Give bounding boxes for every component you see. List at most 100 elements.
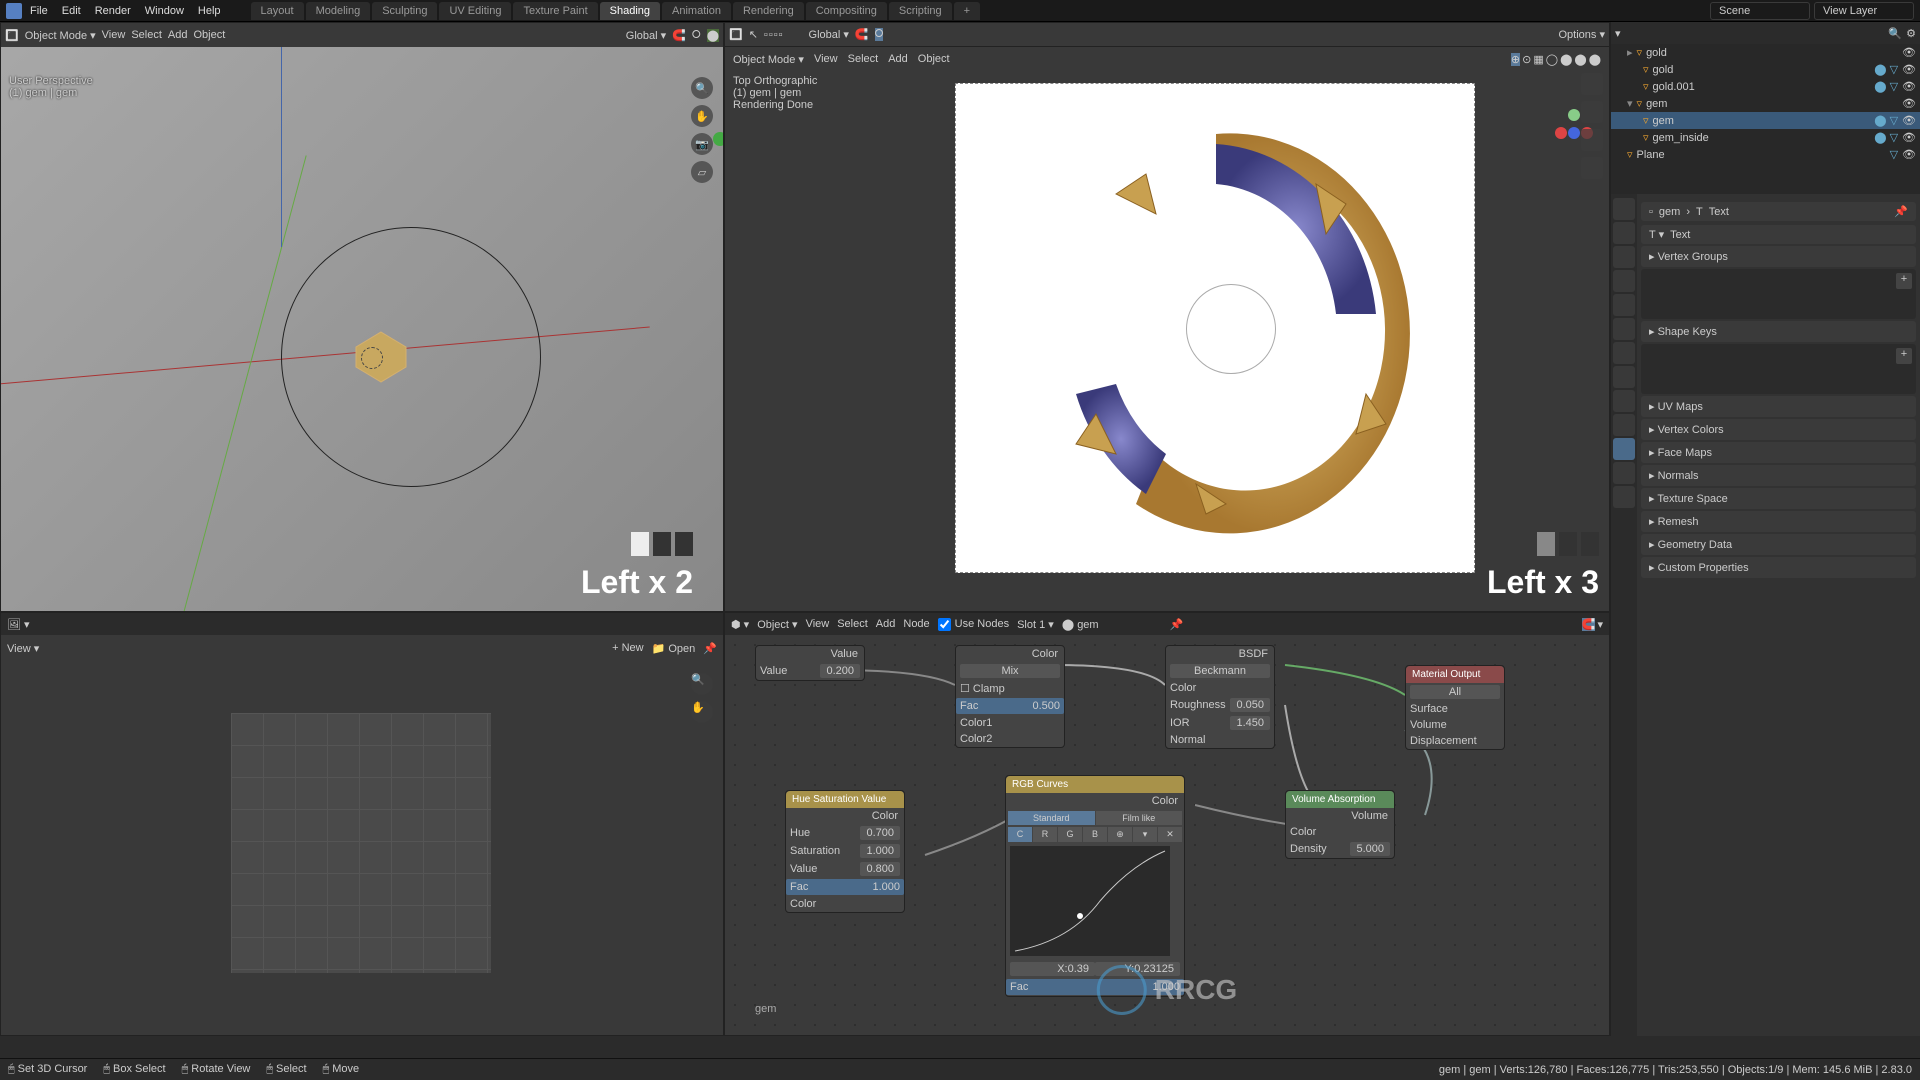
cursor-tool[interactable]: ↖ (749, 28, 758, 41)
color2-input[interactable]: Color2 (960, 733, 992, 745)
node-material-output[interactable]: Material Output All Surface Volume Displ… (1405, 665, 1505, 750)
fac-field[interactable]: 0.500 (1032, 700, 1060, 712)
vp-menu-select[interactable]: Select (131, 29, 162, 41)
channel-b[interactable]: B (1083, 827, 1107, 842)
shading-toggle[interactable]: ⬤ (707, 29, 719, 42)
overlay-toggle[interactable]: ⊙ (1522, 53, 1531, 66)
roughness-field[interactable]: 0.050 (1230, 698, 1270, 712)
prop-tab-physics[interactable] (1613, 390, 1635, 412)
node-volume-absorption[interactable]: Volume Absorption Volume Color Density5.… (1285, 790, 1395, 859)
value-field[interactable]: 0.800 (860, 862, 900, 876)
surface-input[interactable]: Surface (1410, 703, 1448, 715)
viewport-3d-left[interactable]: 🔳 Object Mode ▾ View Select Add Object G… (0, 22, 724, 612)
panel-custom-properties[interactable]: ▸ Custom Properties (1641, 557, 1916, 578)
pin-button[interactable]: 📌 (1170, 618, 1184, 631)
curve-widget[interactable] (1010, 846, 1170, 956)
camera-icon[interactable]: 📷 (691, 133, 713, 155)
panel-uv-maps[interactable]: ▸ UV Maps (1641, 396, 1916, 417)
proportional-edit[interactable]: ⭘ (875, 28, 884, 41)
workspace-scripting[interactable]: Scripting (889, 2, 952, 20)
workspace-shading[interactable]: Shading (600, 2, 660, 20)
workspace-texture[interactable]: Texture Paint (513, 2, 597, 20)
value-field[interactable]: 0.200 (820, 664, 860, 678)
outliner-item[interactable]: gem (1646, 98, 1667, 110)
volume-input[interactable]: Volume (1410, 719, 1447, 731)
shape-keys-list[interactable]: + (1641, 344, 1916, 394)
outliner-item[interactable]: gold (1646, 47, 1667, 59)
panel-vertex-groups[interactable]: ▸ Vertex Groups (1641, 246, 1916, 267)
open-image-button[interactable]: 📁 Open (652, 642, 696, 655)
prop-tab-world[interactable] (1613, 294, 1635, 316)
grid-icon[interactable] (1581, 157, 1603, 179)
panel-shape-keys[interactable]: ▸ Shape Keys (1641, 321, 1916, 342)
editor-type-selector[interactable]: 🔳 (729, 28, 743, 41)
prop-tab-material[interactable] (1613, 462, 1635, 484)
node-menu-node[interactable]: Node (903, 618, 929, 630)
color1-input[interactable]: Color1 (960, 717, 992, 729)
prop-tab-texture[interactable] (1613, 486, 1635, 508)
workspace-sculpting[interactable]: Sculpting (372, 2, 437, 20)
distribution-select[interactable]: Beckmann (1170, 664, 1270, 678)
menu-window[interactable]: Window (145, 5, 184, 17)
menu-help[interactable]: Help (198, 5, 221, 17)
menu-render[interactable]: Render (95, 5, 131, 17)
prop-tab-object[interactable] (1613, 318, 1635, 340)
mode-selector[interactable]: Object Mode ▾ (733, 53, 804, 66)
editor-type-selector[interactable]: 🔳 (5, 29, 19, 42)
prop-tab-render[interactable] (1613, 198, 1635, 220)
outliner-filter[interactable]: ▾ (1615, 27, 1621, 40)
pan-icon[interactable]: ✋ (691, 105, 713, 127)
shading-rendered[interactable]: ⬤ (1589, 53, 1601, 66)
menu-file[interactable]: File (30, 5, 48, 17)
vp-menu-view[interactable]: View (102, 29, 126, 41)
vp-menu-select[interactable]: Select (848, 53, 879, 65)
panel-geometry-data[interactable]: ▸ Geometry Data (1641, 534, 1916, 555)
outliner-item[interactable]: gold.001 (1653, 81, 1695, 93)
use-nodes-checkbox[interactable]: Use Nodes (938, 618, 1009, 631)
add-button[interactable]: + (1896, 273, 1912, 289)
uv-view-menu[interactable]: View ▾ (7, 642, 39, 655)
orientation-selector[interactable]: Global ▾ (626, 29, 666, 42)
node-value[interactable]: Value Value0.200 (755, 645, 865, 681)
prop-tab-scene[interactable] (1613, 270, 1635, 292)
options-dropdown[interactable]: Options ▾ (1559, 28, 1606, 41)
prop-tab-data[interactable] (1613, 438, 1635, 460)
curve-tools[interactable]: ⊕ (1108, 827, 1132, 842)
density-field[interactable]: 5.000 (1350, 842, 1390, 856)
zoom-icon[interactable]: 🔍 (691, 77, 713, 99)
outliner-filter-icon[interactable]: ⚙ (1906, 27, 1916, 40)
curve-x[interactable]: X:0.39 (1010, 962, 1095, 976)
slot-selector[interactable]: Slot 1 ▾ (1017, 618, 1054, 631)
vp-menu-view[interactable]: View (814, 53, 838, 65)
viewlayer-selector[interactable]: View Layer (1814, 2, 1914, 20)
target-select[interactable]: All (1410, 685, 1500, 699)
prop-tab-viewlayer[interactable] (1613, 246, 1635, 268)
workspace-compositing[interactable]: Compositing (806, 2, 887, 20)
workspace-layout[interactable]: Layout (251, 2, 304, 20)
shading-solid[interactable]: ⬤ (1560, 53, 1572, 66)
new-image-button[interactable]: + New (612, 642, 644, 654)
expand-icon[interactable]: ▾ (1627, 97, 1633, 110)
outliner-item-selected[interactable]: gem (1653, 115, 1674, 127)
blend-mode[interactable]: Mix (960, 664, 1060, 678)
scene-selector[interactable]: Scene (1710, 2, 1810, 20)
editor-type-selector[interactable]: 🖼 ▾ (7, 618, 30, 631)
prop-tab-constraint[interactable] (1613, 414, 1635, 436)
tone-filmlike[interactable]: Film like (1096, 811, 1183, 825)
workspace-modeling[interactable]: Modeling (306, 2, 371, 20)
editor-type-selector[interactable]: ⬢ ▾ (731, 618, 749, 631)
node-rgb-curves[interactable]: RGB Curves Color Standard Film like C R … (1005, 775, 1185, 997)
node-glass-bsdf[interactable]: BSDF Beckmann Color Roughness0.050 IOR1.… (1165, 645, 1275, 749)
expand-icon[interactable]: ▸ (1627, 46, 1633, 59)
saturation-field[interactable]: 1.000 (860, 844, 900, 858)
pan-icon[interactable] (1581, 101, 1603, 123)
curve-reset[interactable]: ✕ (1158, 827, 1182, 842)
select-mode-buttons[interactable]: ▫▫▫▫ (764, 29, 783, 41)
add-button[interactable]: + (1896, 348, 1912, 364)
perspective-icon[interactable]: ▱ (691, 161, 713, 183)
outliner-item[interactable]: gem_inside (1653, 132, 1709, 144)
snap-toggle[interactable]: 🧲 (1582, 618, 1596, 631)
curve-tools2[interactable]: ▾ (1133, 827, 1157, 842)
data-name-field[interactable]: T ▾Text (1641, 225, 1916, 244)
node-menu-add[interactable]: Add (876, 618, 896, 630)
